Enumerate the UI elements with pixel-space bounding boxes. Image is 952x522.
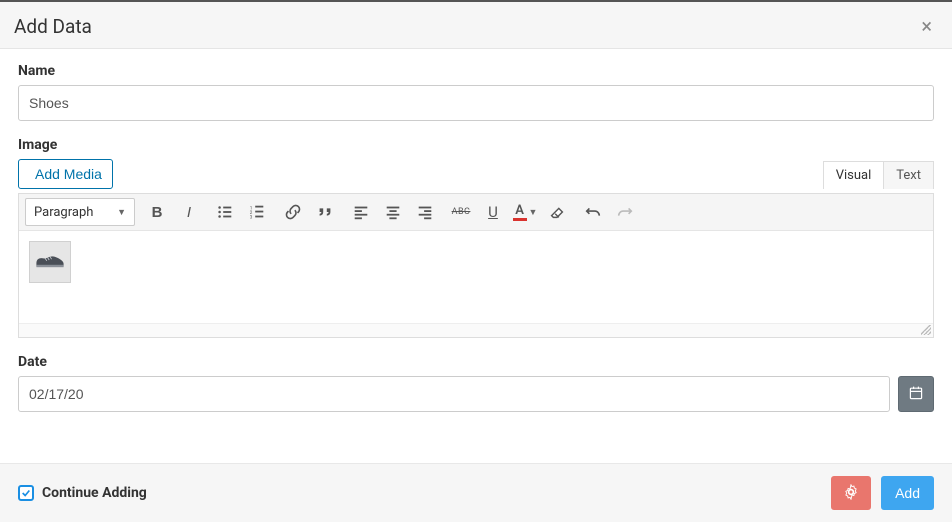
text-color-button[interactable]: A ▼ bbox=[511, 198, 539, 226]
modal-title: Add Data bbox=[14, 15, 92, 38]
name-input[interactable] bbox=[18, 85, 934, 121]
editor-content[interactable] bbox=[19, 231, 933, 323]
bullet-list-button[interactable] bbox=[211, 198, 239, 226]
undo-icon bbox=[584, 203, 602, 221]
continue-adding-label: Continue Adding bbox=[42, 485, 147, 501]
add-button-label: Add bbox=[895, 485, 920, 501]
editor-toolbar: Paragraph ▼ B I 123 bbox=[19, 194, 933, 231]
align-center-icon bbox=[384, 203, 402, 221]
modal-footer: Continue Adding Add bbox=[0, 463, 952, 522]
underline-button[interactable]: U bbox=[479, 198, 507, 226]
date-label: Date bbox=[18, 354, 934, 370]
shoe-icon bbox=[34, 250, 66, 274]
bold-button[interactable]: B bbox=[143, 198, 171, 226]
bold-icon: B bbox=[152, 204, 163, 221]
redo-button[interactable] bbox=[611, 198, 639, 226]
underline-icon: U bbox=[488, 203, 498, 221]
add-media-button[interactable]: Add Media bbox=[18, 159, 113, 189]
align-left-button[interactable] bbox=[347, 198, 375, 226]
modal-body: Name Image Add Media Visual Text bbox=[0, 49, 952, 463]
tab-visual[interactable]: Visual bbox=[823, 161, 885, 189]
date-group: Date bbox=[18, 354, 934, 412]
toolbar-group-insert bbox=[279, 198, 339, 226]
toolbar-group-text: B I bbox=[143, 198, 203, 226]
continue-adding-checkbox[interactable] bbox=[18, 485, 34, 501]
gear-icon bbox=[843, 484, 859, 503]
tab-text[interactable]: Text bbox=[884, 161, 934, 189]
calendar-icon bbox=[908, 385, 924, 404]
undo-button[interactable] bbox=[579, 198, 607, 226]
numbered-list-button[interactable]: 123 bbox=[243, 198, 271, 226]
close-button[interactable]: × bbox=[917, 14, 936, 38]
align-left-icon bbox=[352, 203, 370, 221]
editor-footer bbox=[19, 323, 933, 337]
align-center-button[interactable] bbox=[379, 198, 407, 226]
clear-format-button[interactable] bbox=[543, 198, 571, 226]
chevron-down-icon: ▼ bbox=[117, 207, 126, 218]
toolbar-group-format: ABC U A ▼ bbox=[447, 198, 571, 226]
align-right-button[interactable] bbox=[411, 198, 439, 226]
quote-icon bbox=[316, 203, 334, 221]
eraser-icon bbox=[548, 203, 566, 221]
text-color-icon: A bbox=[513, 204, 527, 221]
rich-text-editor: Paragraph ▼ B I 123 bbox=[18, 193, 934, 338]
bullet-list-icon bbox=[216, 203, 234, 221]
date-input[interactable] bbox=[18, 376, 890, 412]
add-button[interactable]: Add bbox=[881, 476, 934, 510]
link-button[interactable] bbox=[279, 198, 307, 226]
add-media-label: Add Media bbox=[35, 166, 102, 182]
svg-text:3: 3 bbox=[250, 214, 253, 220]
image-group: Image Add Media Visual Text Paragraph bbox=[18, 137, 934, 338]
continue-adding-group: Continue Adding bbox=[18, 485, 147, 501]
name-label: Name bbox=[18, 63, 934, 79]
chevron-down-icon: ▼ bbox=[529, 207, 538, 218]
settings-button[interactable] bbox=[831, 476, 871, 510]
blockquote-button[interactable] bbox=[311, 198, 339, 226]
toolbar-group-lists: 123 bbox=[211, 198, 271, 226]
resize-handle[interactable] bbox=[921, 325, 931, 335]
content-image-thumbnail[interactable] bbox=[29, 241, 71, 283]
footer-actions: Add bbox=[831, 476, 934, 510]
date-picker-button[interactable] bbox=[898, 376, 934, 412]
align-right-icon bbox=[416, 203, 434, 221]
close-icon: × bbox=[921, 14, 932, 38]
check-icon bbox=[21, 488, 31, 498]
strikethrough-button[interactable]: ABC bbox=[447, 198, 475, 226]
editor-tabs: Visual Text bbox=[823, 161, 934, 189]
link-icon bbox=[284, 203, 302, 221]
strikethrough-icon: ABC bbox=[452, 207, 471, 217]
name-group: Name bbox=[18, 63, 934, 121]
add-data-modal: Add Data × Name Image Add Media Visual bbox=[0, 0, 952, 522]
italic-icon: I bbox=[187, 204, 191, 221]
italic-button[interactable]: I bbox=[175, 198, 203, 226]
toolbar-group-align bbox=[347, 198, 439, 226]
image-label: Image bbox=[18, 137, 934, 153]
redo-icon bbox=[616, 203, 634, 221]
image-top-row: Add Media Visual Text bbox=[18, 159, 934, 189]
modal-header: Add Data × bbox=[0, 2, 952, 49]
toolbar-group-history bbox=[579, 198, 639, 226]
format-select[interactable]: Paragraph ▼ bbox=[25, 198, 135, 226]
numbered-list-icon: 123 bbox=[248, 203, 266, 221]
